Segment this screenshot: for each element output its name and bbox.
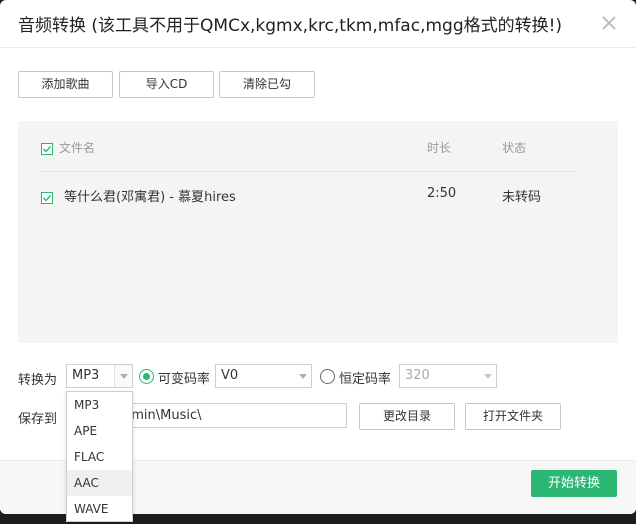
chevron-down-icon xyxy=(299,374,307,379)
save-to-label: 保存到 xyxy=(18,412,58,427)
cbr-select[interactable]: 320 xyxy=(399,364,497,388)
import-cd-button[interactable]: 导入CD xyxy=(119,71,214,98)
cbr-select-value: 320 xyxy=(405,368,430,383)
row-filename[interactable]: 等什么君(邓寓君) - 慕夏hires xyxy=(64,186,236,205)
header-divider xyxy=(0,47,636,48)
change-directory-button[interactable]: 更改目录 xyxy=(359,403,455,430)
row-status: 未转码 xyxy=(502,190,542,205)
vbr-select[interactable]: V0 xyxy=(215,364,312,388)
clear-checked-button[interactable]: 清除已勾 xyxy=(219,71,315,98)
row-checkbox[interactable] xyxy=(41,189,53,204)
format-option-mp3[interactable]: MP3 xyxy=(67,392,132,418)
close-icon[interactable] xyxy=(598,12,620,34)
row-duration: 2:50 xyxy=(427,186,457,201)
vbr-radio[interactable] xyxy=(139,369,154,384)
cbr-label[interactable]: 恒定码率 xyxy=(339,368,391,387)
format-option-wave[interactable]: WAVE xyxy=(67,496,132,522)
format-select[interactable]: MP3 xyxy=(66,364,133,388)
format-select-value: MP3 xyxy=(72,368,100,383)
column-header-duration[interactable]: 时长 xyxy=(427,139,451,156)
chevron-down-icon xyxy=(484,374,492,379)
dialog-title: 音频转换 (该工具不用于QMCx,kgmx,krc,tkm,mfac,mgg格式… xyxy=(18,16,563,36)
format-dropdown-list: MP3 APE FLAC AAC WAVE xyxy=(66,391,133,522)
column-header-filename[interactable]: 文件名 xyxy=(59,139,95,156)
vbr-select-value: V0 xyxy=(221,368,239,383)
header-divider-line xyxy=(40,171,578,172)
chevron-down-icon xyxy=(120,374,128,379)
format-option-aac[interactable]: AAC xyxy=(67,470,132,496)
column-header-status[interactable]: 状态 xyxy=(502,139,526,156)
file-list-panel xyxy=(18,121,618,343)
start-convert-button[interactable]: 开始转换 xyxy=(531,470,617,497)
add-songs-button[interactable]: 添加歌曲 xyxy=(18,71,113,98)
select-all-checkbox[interactable] xyxy=(41,140,53,155)
open-folder-button[interactable]: 打开文件夹 xyxy=(465,403,561,430)
cbr-radio[interactable] xyxy=(320,369,335,384)
convert-to-label: 转换为 xyxy=(18,373,58,388)
format-option-flac[interactable]: FLAC xyxy=(67,444,132,470)
format-option-ape[interactable]: APE xyxy=(67,418,132,444)
vbr-label[interactable]: 可变码率 xyxy=(158,368,210,387)
